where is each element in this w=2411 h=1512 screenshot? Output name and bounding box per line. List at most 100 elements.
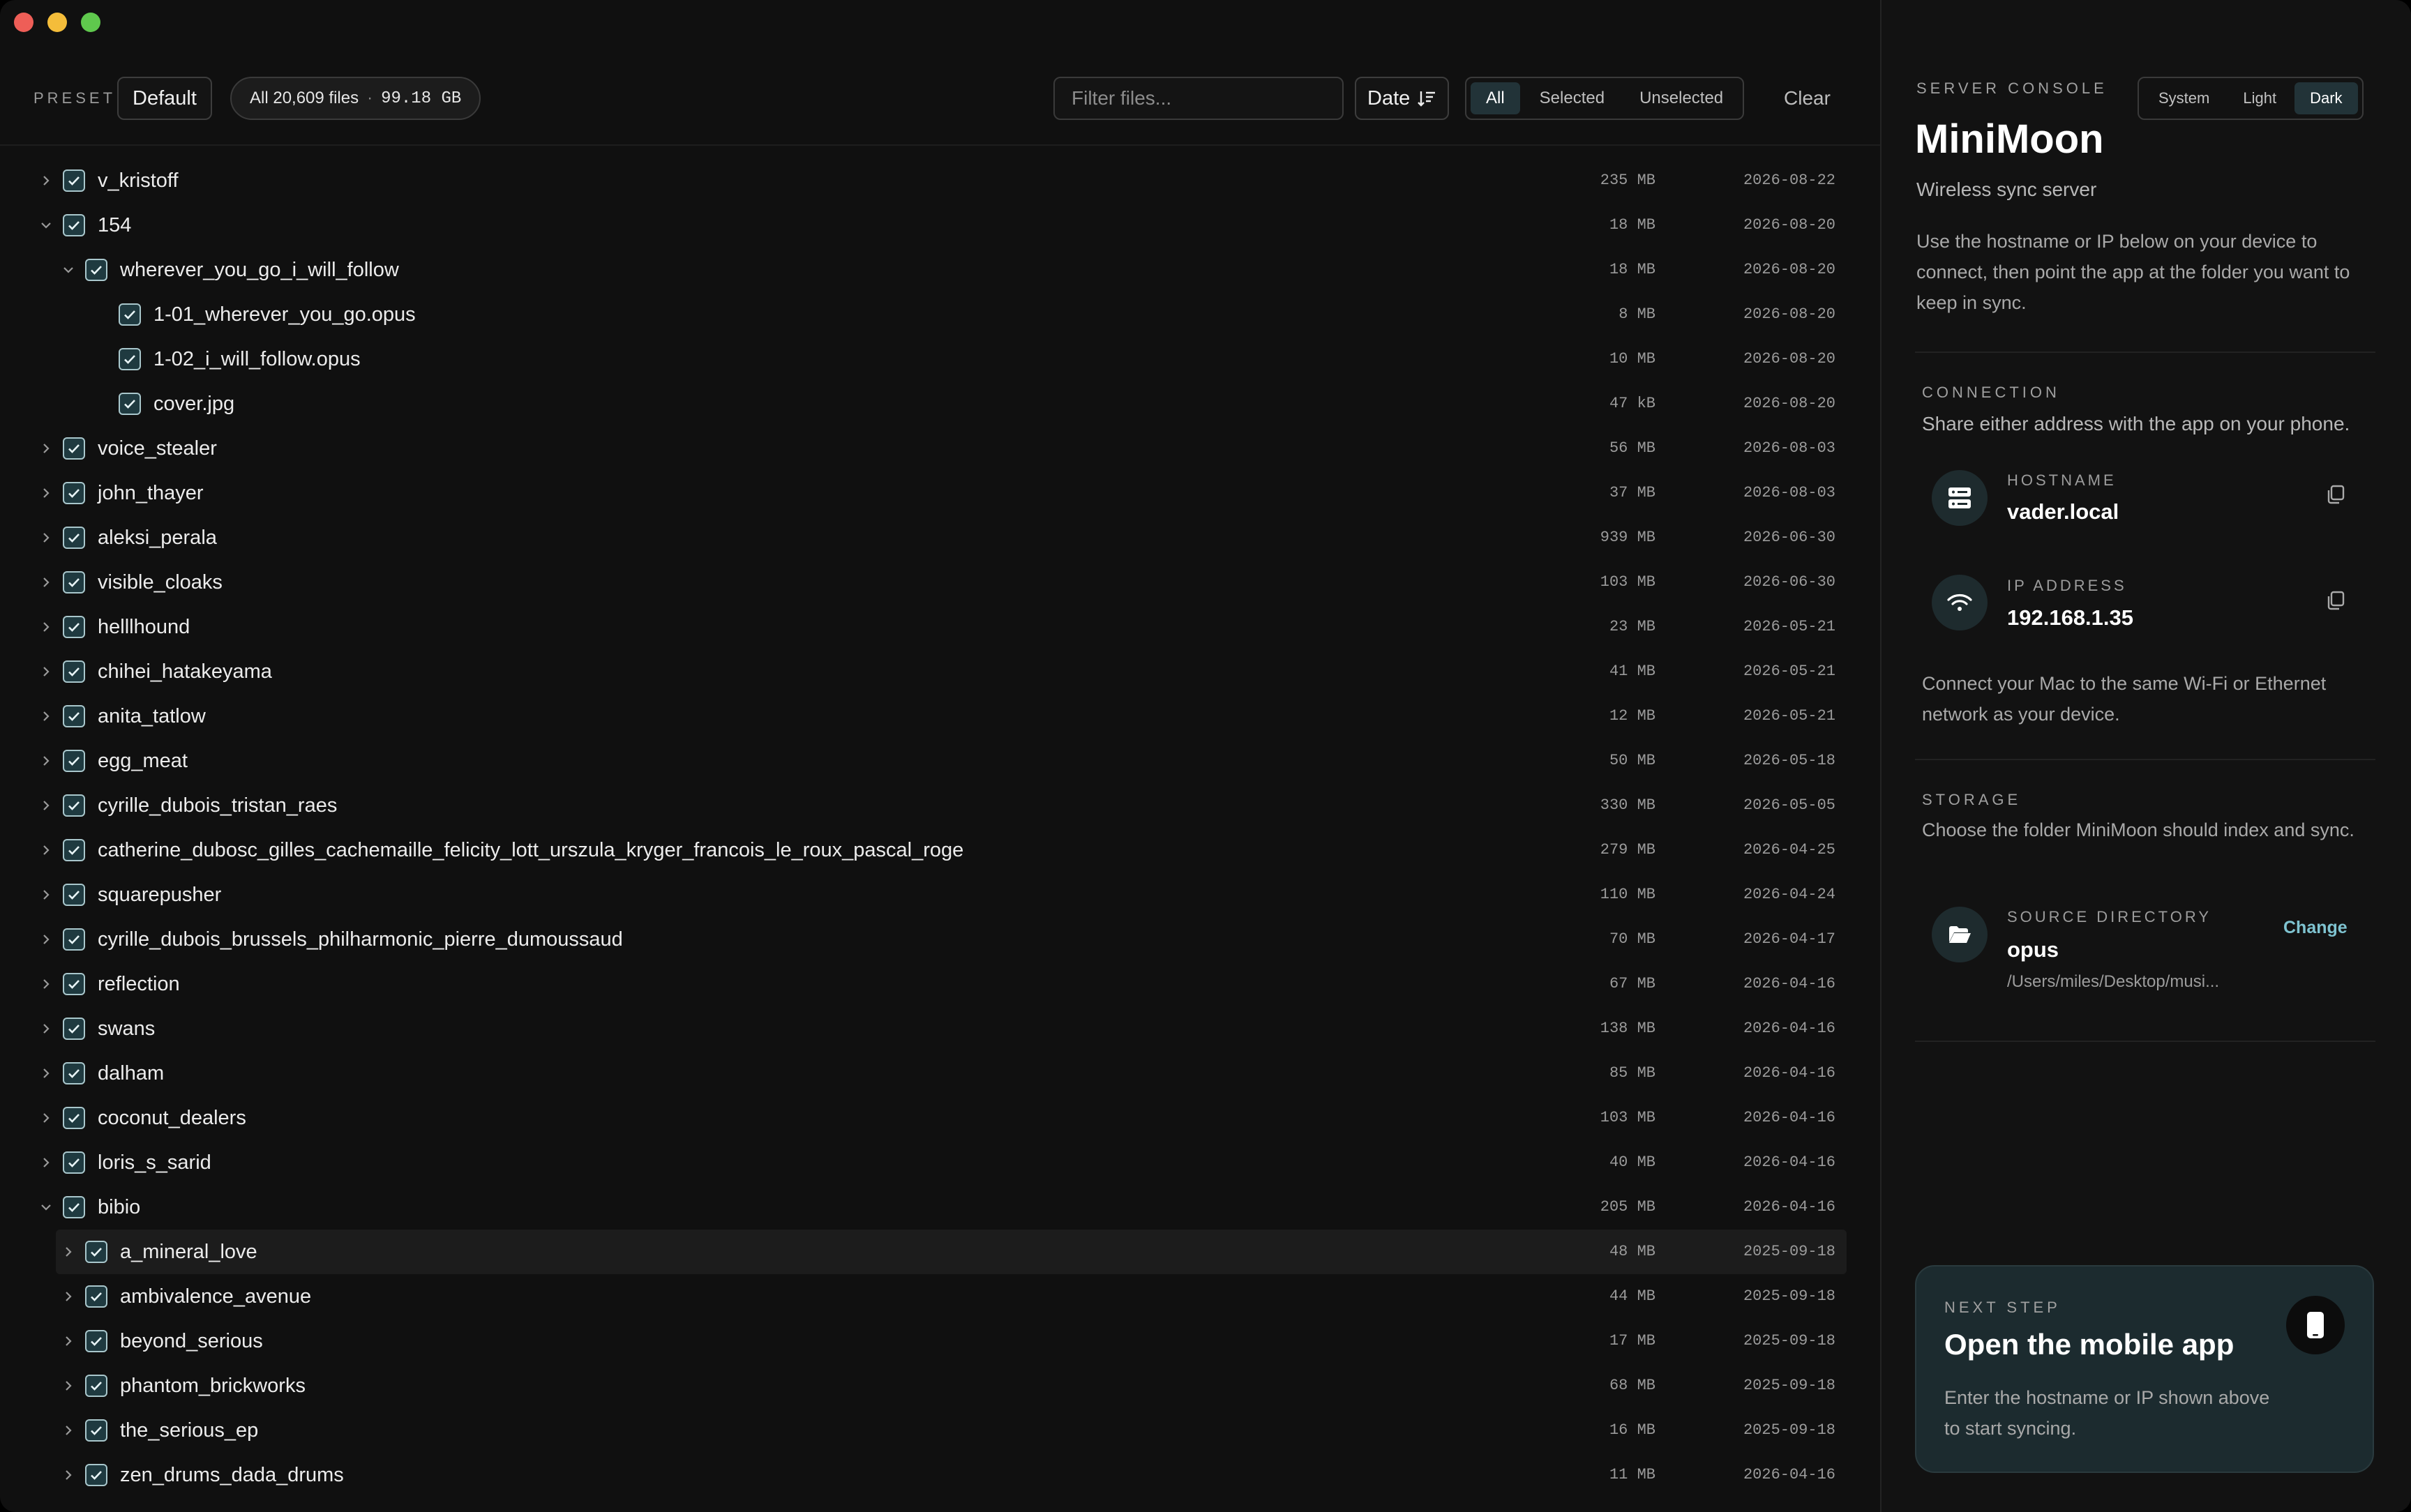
row-checkbox[interactable] bbox=[63, 794, 85, 817]
file-row[interactable]: coconut_dealers 103 MB 2026-04-16 bbox=[0, 1096, 1880, 1140]
row-checkbox[interactable] bbox=[63, 1107, 85, 1129]
chevron-down-icon[interactable] bbox=[59, 260, 78, 280]
file-row[interactable]: cyrille_dubois_tristan_raes 330 MB 2026-05… bbox=[0, 783, 1880, 828]
chevron-right-icon[interactable] bbox=[36, 1064, 56, 1083]
chevron-right-icon[interactable] bbox=[36, 573, 56, 592]
chevron-right-icon[interactable] bbox=[59, 1287, 78, 1306]
file-row[interactable]: loris_s_sarid 40 MB 2026-04-16 bbox=[0, 1140, 1880, 1185]
row-checkbox[interactable] bbox=[63, 482, 85, 504]
file-row[interactable]: visible_cloaks 103 MB 2026-06-30 bbox=[0, 560, 1880, 605]
chevron-right-icon[interactable] bbox=[36, 706, 56, 726]
segment-selected[interactable]: Selected bbox=[1524, 82, 1620, 114]
file-row[interactable]: cyrille_dubois_brussels_philharmonic_pie… bbox=[0, 917, 1880, 962]
row-checkbox[interactable] bbox=[63, 839, 85, 861]
row-checkbox[interactable] bbox=[63, 214, 85, 236]
file-row[interactable]: squarepusher 110 MB 2026-04-24 bbox=[0, 872, 1880, 917]
theme-dark[interactable]: Dark bbox=[2294, 82, 2358, 114]
row-checkbox[interactable] bbox=[63, 1151, 85, 1174]
file-row[interactable]: helllhound 23 MB 2026-05-21 bbox=[0, 605, 1880, 649]
row-checkbox[interactable] bbox=[63, 571, 85, 594]
copy-ip-icon[interactable] bbox=[2325, 590, 2346, 611]
row-checkbox[interactable] bbox=[63, 1196, 85, 1218]
chevron-right-icon[interactable] bbox=[36, 840, 56, 860]
row-checkbox[interactable] bbox=[85, 1241, 107, 1263]
chevron-right-icon[interactable] bbox=[36, 439, 56, 458]
file-row[interactable]: swans 138 MB 2026-04-16 bbox=[0, 1006, 1880, 1051]
segment-unselected[interactable]: Unselected bbox=[1624, 82, 1738, 114]
chevron-right-icon[interactable] bbox=[59, 1331, 78, 1351]
chevron-right-icon[interactable] bbox=[59, 1376, 78, 1396]
filter-input[interactable]: Filter files... bbox=[1053, 77, 1344, 120]
chevron-right-icon[interactable] bbox=[36, 662, 56, 681]
row-checkbox[interactable] bbox=[63, 660, 85, 683]
row-checkbox[interactable] bbox=[119, 303, 141, 326]
file-row[interactable]: 1-02_i_will_follow.opus 10 MB 2026-08-20 bbox=[0, 337, 1880, 381]
chevron-right-icon[interactable] bbox=[36, 617, 56, 637]
file-row[interactable]: beyond_serious 17 MB 2025-09-18 bbox=[0, 1319, 1880, 1363]
row-checkbox[interactable] bbox=[85, 259, 107, 281]
chevron-right-icon[interactable] bbox=[59, 1465, 78, 1485]
row-checkbox[interactable] bbox=[85, 1375, 107, 1397]
row-checkbox[interactable] bbox=[85, 1419, 107, 1442]
chevron-right-icon[interactable] bbox=[36, 885, 56, 905]
row-checkbox[interactable] bbox=[63, 527, 85, 549]
chevron-right-icon[interactable] bbox=[59, 1242, 78, 1262]
file-row[interactable]: cover.jpg 47 kB 2026-08-20 bbox=[0, 381, 1880, 426]
theme-system[interactable]: System bbox=[2143, 82, 2225, 114]
row-checkbox[interactable] bbox=[63, 928, 85, 951]
file-row[interactable]: dalham 85 MB 2026-04-16 bbox=[0, 1051, 1880, 1096]
segment-all[interactable]: All bbox=[1471, 82, 1520, 114]
chevron-right-icon[interactable] bbox=[36, 171, 56, 190]
row-checkbox[interactable] bbox=[63, 1062, 85, 1084]
chevron-right-icon[interactable] bbox=[36, 528, 56, 547]
row-checkbox[interactable] bbox=[63, 884, 85, 906]
file-row[interactable]: the_serious_ep 16 MB 2025-09-18 bbox=[0, 1408, 1880, 1453]
file-row[interactable]: a_mineral_love 48 MB 2025-09-18 bbox=[56, 1230, 1847, 1274]
file-row[interactable]: catherine_dubosc_gilles_cachemaille_feli… bbox=[0, 828, 1880, 872]
chevron-right-icon[interactable] bbox=[59, 1421, 78, 1440]
row-checkbox[interactable] bbox=[85, 1464, 107, 1486]
row-checkbox[interactable] bbox=[85, 1285, 107, 1308]
chevron-right-icon[interactable] bbox=[36, 751, 56, 771]
row-checkbox[interactable] bbox=[63, 169, 85, 192]
file-row[interactable]: voice_stealer 56 MB 2026-08-03 bbox=[0, 426, 1880, 471]
preset-button[interactable]: Default bbox=[117, 77, 212, 120]
file-row[interactable]: zen_drums_dada_drums 11 MB 2026-04-16 bbox=[0, 1453, 1880, 1497]
chevron-right-icon[interactable] bbox=[36, 1153, 56, 1172]
file-row[interactable]: egg_meat 50 MB 2026-05-18 bbox=[0, 739, 1880, 783]
file-row[interactable]: chihei_hatakeyama 41 MB 2026-05-21 bbox=[0, 649, 1880, 694]
file-row[interactable]: ambivalence_avenue 44 MB 2025-09-18 bbox=[0, 1274, 1880, 1319]
file-row[interactable]: john_thayer 37 MB 2026-08-03 bbox=[0, 471, 1880, 515]
row-checkbox[interactable] bbox=[63, 750, 85, 772]
file-row[interactable]: phantom_brickworks 68 MB 2025-09-18 bbox=[0, 1363, 1880, 1408]
file-row[interactable]: anita_tatlow 12 MB 2026-05-21 bbox=[0, 694, 1880, 739]
change-directory-button[interactable]: Change bbox=[2283, 918, 2348, 938]
chevron-right-icon[interactable] bbox=[36, 796, 56, 815]
sort-button[interactable]: Date bbox=[1355, 77, 1450, 120]
clear-button[interactable]: Clear bbox=[1784, 77, 1831, 120]
chevron-right-icon[interactable] bbox=[36, 974, 56, 994]
row-checkbox[interactable] bbox=[63, 973, 85, 995]
file-row[interactable]: wherever_you_go_i_will_follow 18 MB 2026-0… bbox=[0, 248, 1880, 292]
theme-light[interactable]: Light bbox=[2228, 82, 2292, 114]
copy-hostname-icon[interactable] bbox=[2325, 484, 2346, 505]
file-row[interactable]: 154 18 MB 2026-08-20 bbox=[0, 203, 1880, 248]
file-row[interactable]: 1-01_wherever_you_go.opus 8 MB 2026-08-20 bbox=[0, 292, 1880, 337]
file-row[interactable]: aleksi_perala 939 MB 2026-06-30 bbox=[0, 515, 1880, 560]
chevron-right-icon[interactable] bbox=[36, 1108, 56, 1128]
row-checkbox[interactable] bbox=[119, 393, 141, 415]
chevron-right-icon[interactable] bbox=[36, 483, 56, 503]
row-checkbox[interactable] bbox=[119, 348, 141, 370]
file-row[interactable]: v_kristoff 235 MB 2026-08-22 bbox=[0, 158, 1880, 203]
row-checkbox[interactable] bbox=[85, 1330, 107, 1352]
chevron-right-icon[interactable] bbox=[36, 1019, 56, 1038]
row-checkbox[interactable] bbox=[63, 437, 85, 460]
chevron-down-icon[interactable] bbox=[36, 216, 56, 235]
chevron-down-icon[interactable] bbox=[36, 1197, 56, 1217]
row-checkbox[interactable] bbox=[63, 1018, 85, 1040]
file-row[interactable]: bibio 205 MB 2026-04-16 bbox=[0, 1185, 1880, 1230]
file-row[interactable]: reflection 67 MB 2026-04-16 bbox=[0, 962, 1880, 1006]
chevron-right-icon[interactable] bbox=[36, 930, 56, 949]
row-checkbox[interactable] bbox=[63, 705, 85, 727]
row-checkbox[interactable] bbox=[63, 616, 85, 638]
